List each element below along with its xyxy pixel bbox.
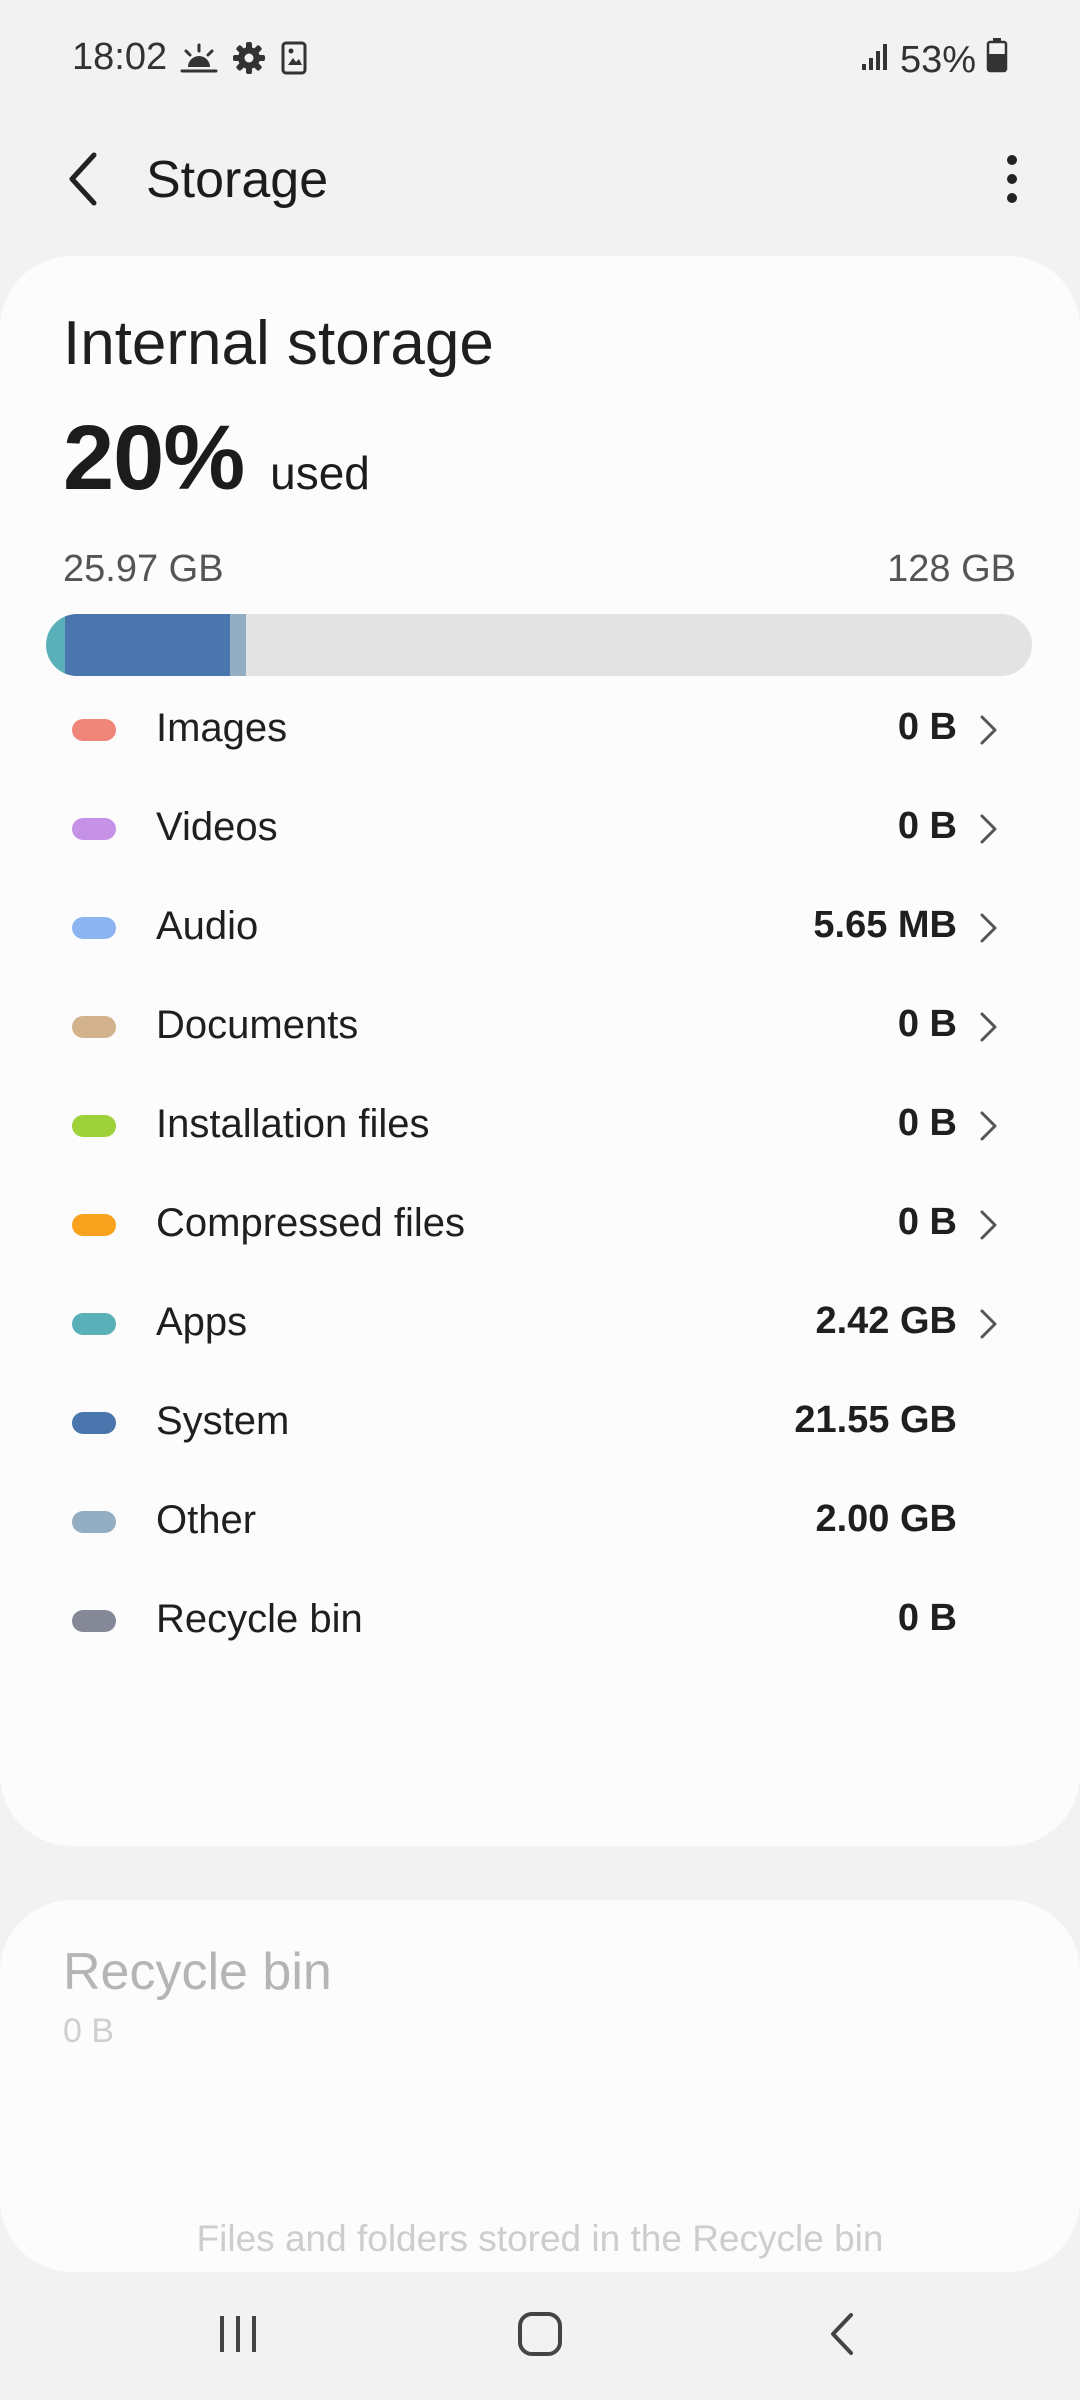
usage-bar-segment <box>46 614 65 676</box>
storage-usage-bar <box>46 614 1032 676</box>
category-color-dot <box>72 1016 116 1038</box>
recycle-bin-size: 0 B <box>63 2012 115 2050</box>
battery-icon <box>986 37 1008 83</box>
navigation-bar <box>0 2272 1080 2400</box>
signal-bars-icon <box>860 39 890 82</box>
nav-back-icon <box>827 2311 857 2362</box>
storage-category-row: System 21.55 GB <box>0 1373 1080 1472</box>
status-notification-icons <box>180 40 308 80</box>
usage-bar-segment <box>230 614 247 676</box>
category-color-dot <box>72 1412 116 1434</box>
chevron-right-icon <box>976 1209 1000 1241</box>
category-size: 0 B <box>897 1102 957 1144</box>
category-size: 0 B <box>897 805 957 847</box>
more-options-icon <box>1005 154 1019 209</box>
storage-category-row[interactable]: Compressed files 0 B <box>0 1175 1080 1274</box>
chevron-right-icon <box>976 813 1000 845</box>
category-label: Apps <box>156 1300 248 1344</box>
home-icon <box>517 2311 563 2362</box>
category-color-dot <box>72 818 116 840</box>
weather-icon <box>180 41 218 80</box>
internal-storage-card: Internal storage 20% used 25.97 GB 128 G… <box>0 256 1080 1846</box>
nav-back-button[interactable] <box>782 2296 902 2376</box>
category-size: 0 B <box>897 1003 957 1045</box>
usage-bar-segment <box>64 614 231 676</box>
category-color-dot <box>72 1214 116 1236</box>
status-bar: 18:02 53% <box>0 0 1080 120</box>
battery-percent: 53% <box>899 38 976 81</box>
settings-gear-icon <box>232 41 266 80</box>
category-label: System <box>156 1399 290 1443</box>
category-size: 0 B <box>897 1597 957 1639</box>
category-size: 2.42 GB <box>815 1300 957 1342</box>
category-size: 5.65 MB <box>813 904 957 946</box>
storage-category-row[interactable]: Videos 0 B <box>0 779 1080 878</box>
home-button[interactable] <box>480 2296 600 2376</box>
internal-storage-title: Internal storage <box>63 309 494 378</box>
status-time: 18:02 <box>72 36 168 78</box>
back-button[interactable] <box>48 136 120 226</box>
more-options-button[interactable] <box>980 136 1044 226</box>
category-label: Installation files <box>156 1102 430 1146</box>
storage-category-row[interactable]: Apps 2.42 GB <box>0 1274 1080 1373</box>
screenshot-icon <box>280 41 308 80</box>
back-arrow-icon <box>66 151 102 212</box>
category-label: Documents <box>156 1003 359 1047</box>
chevron-right-icon <box>976 912 1000 944</box>
category-label: Recycle bin <box>156 1597 363 1641</box>
category-label: Videos <box>156 805 278 849</box>
used-percent-value: 20% <box>63 407 245 509</box>
category-color-dot <box>72 1610 116 1632</box>
total-amount: 128 GB <box>887 548 1016 590</box>
page-title: Storage <box>146 151 329 209</box>
recycle-bin-title: Recycle bin <box>63 1943 332 2001</box>
storage-category-row[interactable]: Audio 5.65 MB <box>0 878 1080 977</box>
storage-category-row[interactable]: Installation files 0 B <box>0 1076 1080 1175</box>
chevron-right-icon <box>976 1308 1000 1340</box>
category-size: 21.55 GB <box>794 1399 957 1441</box>
category-color-dot <box>72 1511 116 1533</box>
recent-apps-button[interactable] <box>178 2296 298 2376</box>
category-label: Audio <box>156 904 259 948</box>
chevron-right-icon <box>976 714 1000 746</box>
category-color-dot <box>72 1313 116 1335</box>
category-color-dot <box>72 1115 116 1137</box>
used-percentage: 20% used <box>63 406 370 511</box>
category-label: Compressed files <box>156 1201 466 1245</box>
category-size: 0 B <box>897 1201 957 1243</box>
used-amount: 25.97 GB <box>63 548 224 590</box>
recycle-bin-card[interactable]: Recycle bin 0 B Files and folders stored… <box>0 1900 1080 2272</box>
status-right: 53% <box>860 36 1008 84</box>
storage-category-row[interactable]: Documents 0 B <box>0 977 1080 1076</box>
category-size: 2.00 GB <box>815 1498 957 1540</box>
category-color-dot <box>72 719 116 741</box>
used-percent-suffix: used <box>270 447 370 499</box>
category-label: Other <box>156 1498 257 1542</box>
chevron-right-icon <box>976 1110 1000 1142</box>
storage-category-row: Recycle bin 0 B <box>0 1571 1080 1670</box>
category-color-dot <box>72 917 116 939</box>
storage-category-row[interactable]: Images 0 B <box>0 680 1080 779</box>
chevron-right-icon <box>976 1011 1000 1043</box>
storage-category-list: Images 0 B Videos 0 B Audio 5.65 MB Documents 0… <box>0 680 1080 1670</box>
storage-category-row: Other 2.00 GB <box>0 1472 1080 1571</box>
recycle-bin-description: Files and folders stored in the Recycle … <box>196 2218 884 2259</box>
category-size: 0 B <box>897 706 957 748</box>
category-label: Images <box>156 706 288 750</box>
recent-apps-icon <box>216 2314 260 2359</box>
